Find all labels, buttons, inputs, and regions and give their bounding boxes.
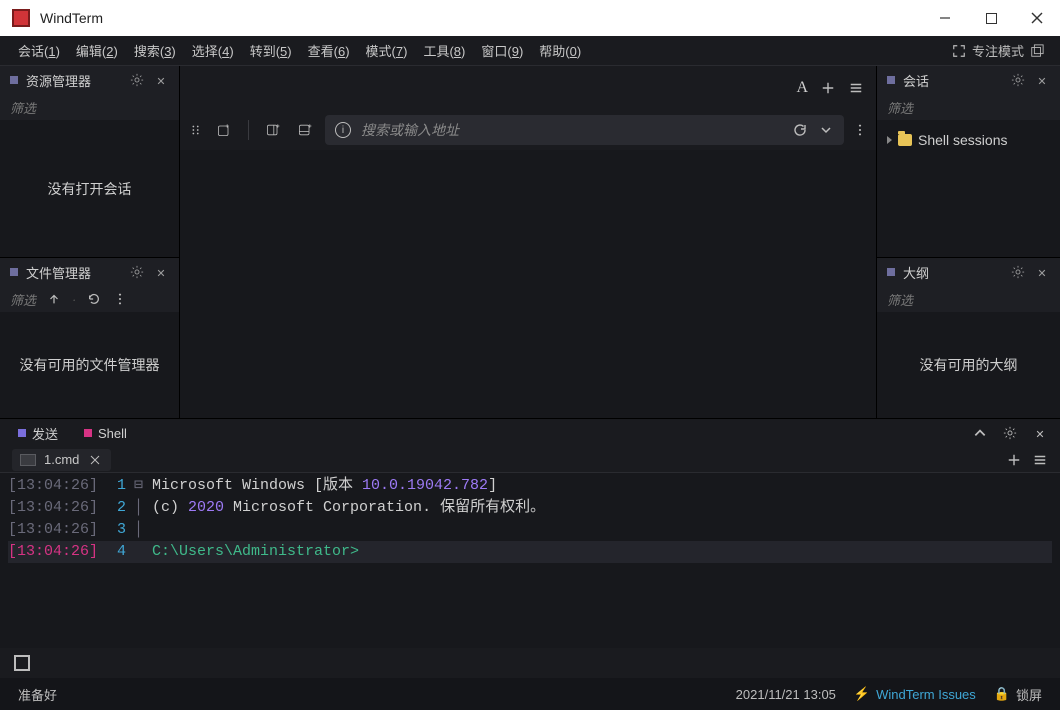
issues-link[interactable]: WindTerm Issues	[876, 687, 976, 702]
terminal-tab[interactable]: 1.cmd	[12, 449, 111, 471]
popout-icon	[1030, 44, 1044, 58]
focus-mode-label: 专注模式	[972, 41, 1024, 60]
panel-indicator-icon	[887, 268, 895, 276]
more-icon[interactable]	[852, 122, 868, 138]
gear-icon[interactable]	[129, 264, 145, 280]
split-right-icon[interactable]	[261, 118, 285, 142]
file-panel-title: 文件管理器	[26, 263, 121, 282]
app-icon[interactable]	[14, 655, 30, 671]
terminal-row: 13:04:261⊟Microsoft Windows [版本 10.0.190…	[8, 475, 1052, 497]
panel-indicator-icon	[887, 76, 895, 84]
close-icon[interactable]	[1034, 72, 1050, 88]
menu-模式[interactable]: 模式(7)	[358, 40, 416, 63]
menu-搜索[interactable]: 搜索(3)	[126, 40, 184, 63]
session-tree-item[interactable]: Shell sessions	[883, 126, 1012, 154]
lock-label[interactable]: 锁屏	[1016, 685, 1042, 704]
fullscreen-icon	[952, 44, 966, 58]
window-title: WindTerm	[40, 10, 922, 26]
grip-icon[interactable]	[188, 122, 204, 138]
up-arrow-icon[interactable]	[46, 291, 62, 307]
tab-send[interactable]: 发送	[12, 420, 64, 447]
filter-label[interactable]: 筛选	[887, 98, 913, 117]
panel-indicator-icon	[10, 268, 18, 276]
divider	[248, 120, 249, 140]
menu-选择[interactable]: 选择(4)	[184, 40, 242, 63]
session-item-label: Shell sessions	[918, 132, 1008, 148]
gear-icon[interactable]	[1010, 72, 1026, 88]
menu-icon[interactable]	[1032, 452, 1048, 468]
window-titlebar: WindTerm	[0, 0, 1060, 36]
menu-转到[interactable]: 转到(5)	[242, 40, 300, 63]
close-icon[interactable]	[153, 264, 169, 280]
terminal-tab-label: 1.cmd	[44, 452, 79, 467]
filter-label[interactable]: 筛选	[10, 98, 36, 117]
status-ready: 准备好	[18, 685, 57, 704]
plug-icon: ⚡	[854, 686, 870, 702]
outline-panel-title: 大纲	[903, 263, 1002, 282]
address-input[interactable]	[361, 122, 782, 138]
font-button[interactable]: A	[796, 79, 808, 97]
more-icon[interactable]	[112, 291, 128, 307]
close-icon[interactable]	[153, 72, 169, 88]
editor-area[interactable]	[180, 150, 876, 418]
minimize-button[interactable]	[922, 0, 968, 36]
lock-icon: 🔒	[994, 686, 1010, 702]
gear-icon[interactable]	[1002, 425, 1018, 441]
terminal-output[interactable]: 13:04:261⊟Microsoft Windows [版本 10.0.190…	[0, 473, 1060, 648]
new-tab-icon[interactable]	[212, 118, 236, 142]
panel-indicator-icon	[10, 76, 18, 84]
menu-icon[interactable]	[848, 80, 864, 96]
add-icon[interactable]	[1006, 452, 1022, 468]
close-button[interactable]	[1014, 0, 1060, 36]
split-down-icon[interactable]	[293, 118, 317, 142]
status-datetime: 2021/11/21 13:05	[736, 687, 836, 702]
maximize-button[interactable]	[968, 0, 1014, 36]
close-icon[interactable]	[1034, 264, 1050, 280]
reload-icon[interactable]	[792, 122, 808, 138]
gear-icon[interactable]	[1010, 264, 1026, 280]
tab-shell[interactable]: Shell	[78, 422, 133, 445]
add-icon[interactable]	[820, 80, 836, 96]
square-icon	[84, 429, 92, 437]
folder-icon	[898, 134, 912, 146]
sessions-panel-title: 会话	[903, 71, 1002, 90]
menu-工具[interactable]: 工具(8)	[415, 40, 473, 63]
close-icon[interactable]	[87, 452, 103, 468]
info-icon[interactable]: i	[335, 122, 351, 138]
caret-right-icon	[887, 136, 892, 144]
terminal-icon	[20, 454, 36, 466]
filter-label[interactable]: 筛选	[10, 290, 36, 309]
terminal-row: 13:04:263│	[8, 519, 1052, 541]
menu-查看[interactable]: 查看(6)	[300, 40, 358, 63]
menu-会话[interactable]: 会话(1)	[10, 40, 68, 63]
terminal-row: 13:04:264 C:\Users\Administrator>	[8, 541, 1052, 563]
focus-mode-button[interactable]: 专注模式	[946, 39, 1050, 62]
menu-窗口[interactable]: 窗口(9)	[473, 40, 531, 63]
resource-panel-title: 资源管理器	[26, 71, 121, 90]
menu-bar: 会话(1)编辑(2)搜索(3)选择(4)转到(5)查看(6)模式(7)工具(8)…	[0, 36, 1060, 66]
files-empty-text: 没有可用的文件管理器	[0, 312, 179, 418]
app-icon	[12, 9, 30, 27]
menu-帮助[interactable]: 帮助(0)	[531, 40, 589, 63]
terminal-row: 13:04:262│(c) 2020 Microsoft Corporation…	[8, 497, 1052, 519]
close-icon[interactable]	[1032, 425, 1048, 441]
chevron-down-icon[interactable]	[818, 122, 834, 138]
status-bar: 准备好 2021/11/21 13:05 ⚡ WindTerm Issues 🔒…	[0, 678, 1060, 710]
resource-empty-text: 没有打开会话	[0, 120, 179, 257]
gear-icon[interactable]	[129, 72, 145, 88]
filter-label[interactable]: 筛选	[887, 290, 913, 309]
outline-empty-text: 没有可用的大纲	[877, 312, 1060, 418]
address-bar[interactable]: i	[325, 115, 844, 145]
square-icon	[18, 429, 26, 437]
menu-编辑[interactable]: 编辑(2)	[68, 40, 126, 63]
refresh-icon[interactable]	[86, 291, 102, 307]
chevron-up-icon[interactable]	[972, 425, 988, 441]
